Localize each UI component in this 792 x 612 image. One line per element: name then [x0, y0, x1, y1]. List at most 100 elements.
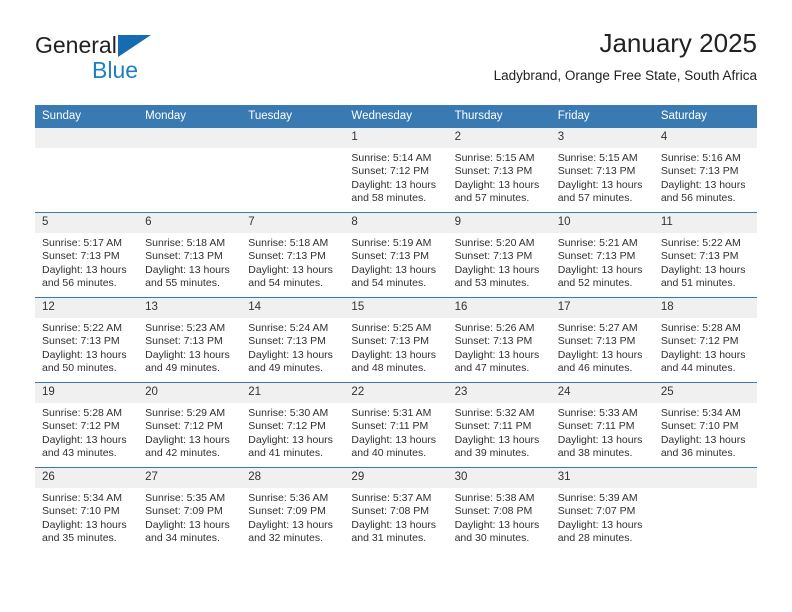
sunset-text: Sunset: 7:13 PM: [145, 335, 223, 348]
sunset-text: Sunset: 7:13 PM: [248, 250, 326, 263]
day-details: Sunrise: 5:22 AM Sunset: 7:13 PM Daylight:…: [654, 233, 757, 291]
calendar-day-cell[interactable]: 17 Sunrise: 5:27 AM Sunset: 7:13 PM Dayligh…: [550, 297, 654, 383]
weekday-header-wednesday: Wednesday: [344, 105, 448, 128]
page-title: January 2025: [599, 28, 757, 58]
calendar-week-row: 5 Sunrise: 5:17 AM Sunset: 7:13 PM Daylight…: [35, 212, 757, 298]
sunrise-text: Sunrise: 5:34 AM: [42, 492, 122, 504]
day-number: 10: [550, 213, 654, 233]
calendar-day-cell[interactable]: 3 Sunrise: 5:15 AM Sunset: 7:13 PM Daylight…: [550, 128, 654, 213]
day-number: 4: [653, 128, 757, 148]
weekday-header-thursday: Thursday: [447, 105, 551, 128]
day-details: Sunrise: 5:39 AM Sunset: 7:07 PM Daylight:…: [551, 488, 654, 546]
sunrise-text: Sunrise: 5:28 AM: [660, 322, 741, 334]
calendar-grid: Sunday Monday Tuesday Wednesday Thursday Frid…: [35, 105, 757, 552]
day-details: Sunrise: 5:28 AM Sunset: 7:12 PM Daylight:…: [654, 318, 757, 376]
sunset-text: Sunset: 7:12 PM: [351, 165, 430, 178]
sunset-text: Sunset: 7:13 PM: [557, 335, 636, 348]
daylight-text: Daylight: 13 hours and 40 minutes.: [351, 433, 437, 460]
daylight-text: Daylight: 13 hours and 47 minutes.: [454, 348, 540, 375]
day-details: Sunrise: 5:28 AM Sunset: 7:12 PM Daylight:…: [35, 403, 138, 461]
calendar-day-cell[interactable]: 13 Sunrise: 5:23 AM Sunset: 7:13 PM Dayligh…: [138, 297, 242, 383]
calendar-day-cell[interactable]: 18 Sunrise: 5:28 AM Sunset: 7:12 PM Dayligh…: [653, 297, 757, 383]
calendar-day-cell[interactable]: 26 Sunrise: 5:34 AM Sunset: 7:10 PM Dayligh…: [35, 467, 139, 552]
day-details: Sunrise: 5:18 AM Sunset: 7:13 PM Daylight:…: [241, 233, 344, 291]
calendar-day-cell[interactable]: 15 Sunrise: 5:25 AM Sunset: 7:13 PM Dayligh…: [344, 297, 448, 383]
calendar-day-cell[interactable]: 23 Sunrise: 5:32 AM Sunset: 7:11 PM Dayligh…: [447, 382, 551, 468]
day-details: Sunrise: 5:27 AM Sunset: 7:13 PM Daylight:…: [551, 318, 654, 376]
daylight-text: Daylight: 13 hours and 43 minutes.: [42, 433, 127, 460]
calendar-day-cell[interactable]: 14 Sunrise: 5:24 AM Sunset: 7:13 PM Dayligh…: [241, 297, 345, 383]
calendar-day-cell[interactable]: 25 Sunrise: 5:34 AM Sunset: 7:10 PM Dayligh…: [653, 382, 757, 468]
day-number: 26: [35, 468, 139, 488]
calendar-day-cell[interactable]: 11 Sunrise: 5:22 AM Sunset: 7:13 PM Dayligh…: [653, 212, 757, 298]
calendar-day-cell[interactable]: 19 Sunrise: 5:28 AM Sunset: 7:12 PM Dayligh…: [35, 382, 139, 468]
sunset-text: Sunset: 7:08 PM: [351, 505, 430, 518]
sunrise-text: Sunrise: 5:35 AM: [145, 492, 226, 504]
calendar-day-cell[interactable]: 9 Sunrise: 5:20 AM Sunset: 7:13 PM Daylight…: [447, 212, 551, 298]
day-number: 23: [447, 383, 551, 403]
daylight-text: Daylight: 13 hours and 42 minutes.: [145, 433, 230, 460]
daylight-text: Daylight: 13 hours and 56 minutes.: [660, 178, 746, 205]
calendar-day-cell[interactable]: 29 Sunrise: 5:37 AM Sunset: 7:08 PM Dayligh…: [344, 467, 448, 552]
day-number: 28: [241, 468, 345, 488]
sunset-text: Sunset: 7:13 PM: [42, 250, 120, 263]
day-details: Sunrise: 5:20 AM Sunset: 7:13 PM Daylight:…: [448, 233, 551, 291]
daylight-text: Daylight: 13 hours and 39 minutes.: [454, 433, 540, 460]
daylight-text: Daylight: 13 hours and 51 minutes.: [660, 263, 746, 290]
calendar-day-cell[interactable]: 4 Sunrise: 5:16 AM Sunset: 7:13 PM Daylight…: [653, 128, 757, 213]
calendar-day-cell[interactable]: 10 Sunrise: 5:21 AM Sunset: 7:13 PM Dayligh…: [550, 212, 654, 298]
calendar-day-cell[interactable]: 28 Sunrise: 5:36 AM Sunset: 7:09 PM Dayligh…: [241, 467, 345, 552]
sunrise-text: Sunrise: 5:15 AM: [557, 152, 638, 164]
calendar-day-cell[interactable]: 24 Sunrise: 5:33 AM Sunset: 7:11 PM Dayligh…: [550, 382, 654, 468]
calendar-day-cell[interactable]: 22 Sunrise: 5:31 AM Sunset: 7:11 PM Dayligh…: [344, 382, 448, 468]
sunrise-text: Sunrise: 5:14 AM: [351, 152, 432, 164]
calendar-day-cell[interactable]: 6 Sunrise: 5:18 AM Sunset: 7:13 PM Daylight…: [138, 212, 242, 298]
brand-logo[interactable]: General Blue: [35, 32, 255, 88]
daylight-text: Daylight: 13 hours and 30 minutes.: [454, 518, 540, 545]
calendar-week-row: 12 Sunrise: 5:22 AM Sunset: 7:13 PM Dayligh…: [35, 297, 757, 383]
calendar-day-cell[interactable]: 21 Sunrise: 5:30 AM Sunset: 7:12 PM Dayligh…: [241, 382, 345, 468]
day-number: 2: [447, 128, 551, 148]
sunset-text: Sunset: 7:11 PM: [454, 420, 532, 433]
calendar-day-cell[interactable]: 5 Sunrise: 5:17 AM Sunset: 7:13 PM Daylight…: [35, 212, 139, 298]
calendar-day-cell[interactable]: 1 Sunrise: 5:14 AM Sunset: 7:12 PM Daylight…: [344, 128, 448, 213]
sunrise-text: Sunrise: 5:22 AM: [42, 322, 122, 334]
sunrise-text: Sunrise: 5:30 AM: [248, 407, 329, 419]
daylight-text: Daylight: 13 hours and 58 minutes.: [351, 178, 437, 205]
day-number: 27: [138, 468, 242, 488]
calendar-day-cell[interactable]: 2 Sunrise: 5:15 AM Sunset: 7:13 PM Daylight…: [447, 128, 551, 213]
daylight-text: Daylight: 13 hours and 38 minutes.: [557, 433, 643, 460]
sunset-text: Sunset: 7:09 PM: [145, 505, 223, 518]
sunset-text: Sunset: 7:13 PM: [42, 335, 120, 348]
weekday-header-tuesday: Tuesday: [241, 105, 345, 128]
day-details: Sunrise: 5:18 AM Sunset: 7:13 PM Daylight:…: [138, 233, 241, 291]
daylight-text: Daylight: 13 hours and 31 minutes.: [351, 518, 437, 545]
calendar-day-cell[interactable]: 7 Sunrise: 5:18 AM Sunset: 7:13 PM Daylight…: [241, 212, 345, 298]
sunset-text: Sunset: 7:10 PM: [42, 505, 120, 518]
day-number: 8: [344, 213, 448, 233]
brand-name-blue: Blue: [92, 57, 139, 83]
calendar-day-cell[interactable]: 27 Sunrise: 5:35 AM Sunset: 7:09 PM Dayligh…: [138, 467, 242, 552]
calendar-empty-cell: [138, 128, 242, 213]
calendar-day-cell[interactable]: 31 Sunrise: 5:39 AM Sunset: 7:07 PM Dayligh…: [550, 467, 654, 552]
calendar-day-cell[interactable]: 16 Sunrise: 5:26 AM Sunset: 7:13 PM Dayligh…: [447, 297, 551, 383]
page-subtitle: Ladybrand, Orange Free State, South Afri…: [493, 68, 757, 83]
calendar-day-cell[interactable]: 20 Sunrise: 5:29 AM Sunset: 7:12 PM Dayligh…: [138, 382, 242, 468]
day-details: Sunrise: 5:34 AM Sunset: 7:10 PM Daylight:…: [654, 403, 757, 461]
sunrise-text: Sunrise: 5:15 AM: [454, 152, 535, 164]
sunset-text: Sunset: 7:12 PM: [42, 420, 120, 433]
day-number: 31: [550, 468, 654, 488]
calendar-day-cell[interactable]: 30 Sunrise: 5:38 AM Sunset: 7:08 PM Dayligh…: [447, 467, 551, 552]
daylight-text: Daylight: 13 hours and 41 minutes.: [248, 433, 333, 460]
calendar-day-cell[interactable]: 12 Sunrise: 5:22 AM Sunset: 7:13 PM Dayligh…: [35, 297, 139, 383]
day-details: Sunrise: 5:17 AM Sunset: 7:13 PM Daylight:…: [35, 233, 138, 291]
day-number: 30: [447, 468, 551, 488]
day-details: Sunrise: 5:36 AM Sunset: 7:09 PM Daylight:…: [241, 488, 344, 546]
sunrise-text: Sunrise: 5:34 AM: [660, 407, 741, 419]
sunset-text: Sunset: 7:13 PM: [557, 250, 636, 263]
sunset-text: Sunset: 7:13 PM: [351, 335, 430, 348]
day-number: 11: [653, 213, 757, 233]
day-details: Sunrise: 5:29 AM Sunset: 7:12 PM Daylight:…: [138, 403, 241, 461]
sunset-text: Sunset: 7:13 PM: [351, 250, 430, 263]
calendar-day-cell[interactable]: 8 Sunrise: 5:19 AM Sunset: 7:13 PM Daylight…: [344, 212, 448, 298]
